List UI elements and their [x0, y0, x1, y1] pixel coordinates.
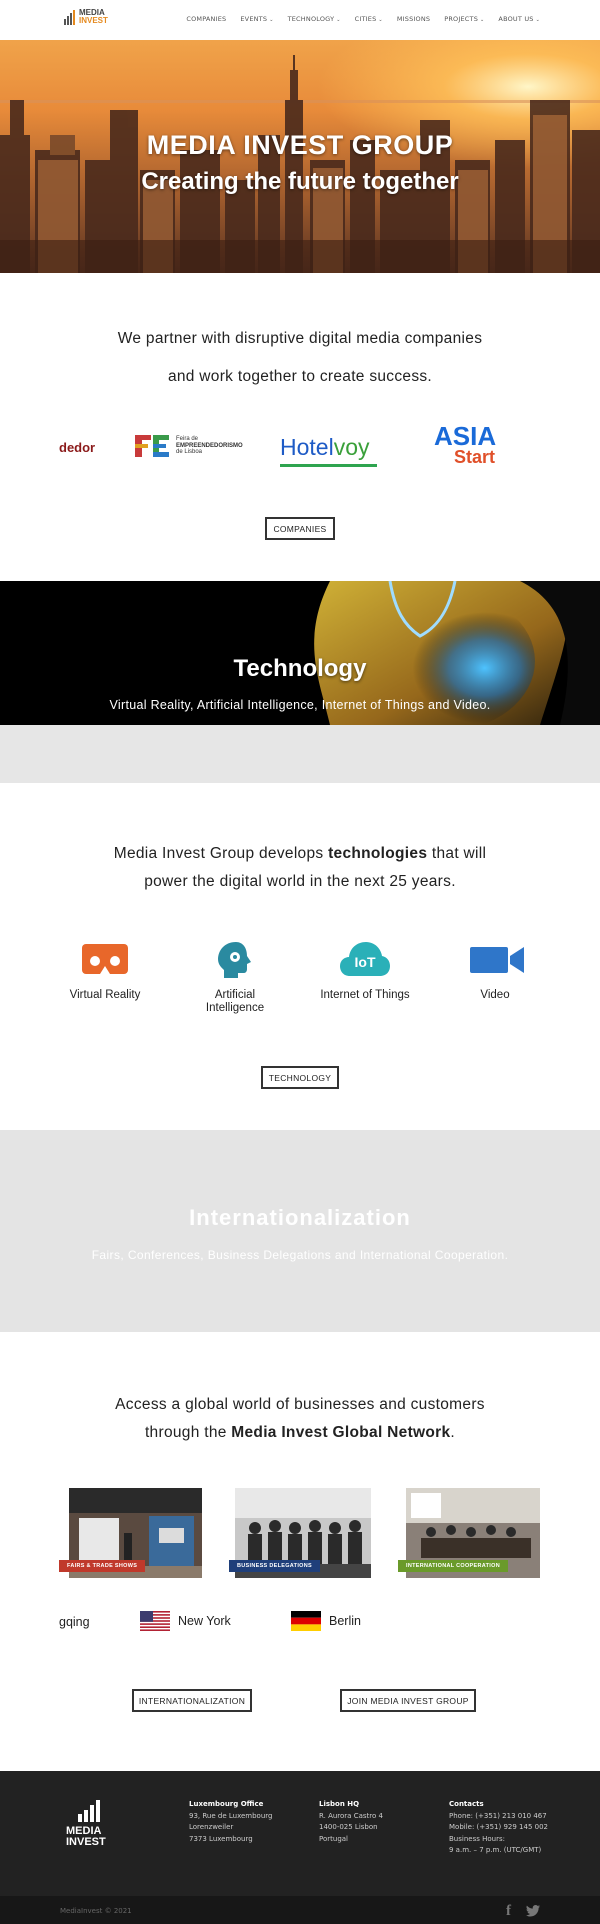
- twitter-icon[interactable]: [526, 1904, 540, 1920]
- iot-cloud-icon: IoT: [340, 942, 390, 976]
- main-nav: COMPANIES EVENTS ⌄ TECHNOLOGY ⌄ CITIES ⌄ MI…: [186, 15, 540, 23]
- chevron-down-icon: ⌄: [378, 17, 383, 23]
- video-camera-icon: [470, 947, 524, 973]
- hero-banner: MEDIA INVEST GROUP Creating the future t…: [0, 40, 600, 273]
- partner-logo-hotelvoy[interactable]: Hotelvoy: [280, 434, 377, 467]
- chevron-down-icon: ⌄: [535, 17, 540, 23]
- network-intro-text: Access a global world of businesses and …: [115, 1396, 485, 1441]
- facebook-icon[interactable]: f: [506, 1903, 511, 1920]
- site-header: MEDIA INVEST COMPANIES EVENTS ⌄ TECHNOLOG…: [0, 0, 600, 40]
- technology-banner-subtitle: Virtual Reality, Artificial Intelligence…: [109, 698, 491, 712]
- internationalization-button[interactable]: INTERNATIONALIZATION: [132, 1689, 252, 1712]
- partner-logo-asiastart[interactable]: ASIA Start: [434, 423, 496, 466]
- hero-title: MEDIA INVEST GROUP: [146, 130, 454, 160]
- vr-headset-icon: [82, 944, 128, 974]
- copyright-text: MediaInvest © 2021: [60, 1907, 132, 1915]
- nav-projects[interactable]: PROJECTS ⌄: [444, 15, 484, 23]
- companies-button[interactable]: COMPANIES: [265, 517, 335, 540]
- technology-banner-title: Technology: [233, 655, 367, 682]
- nav-technology[interactable]: TECHNOLOGY ⌄: [288, 15, 341, 23]
- partner-intro-text: We partner with disruptive digital media…: [117, 330, 483, 385]
- footer-logo-bars-icon: [78, 1800, 112, 1822]
- partner-logo-feira[interactable]: Feira de EMPREENDEDORISMO de Lisboa: [135, 435, 243, 457]
- join-group-button[interactable]: JOIN MEDIA INVEST GROUP: [340, 1689, 476, 1712]
- internationalization-title: Internationalization: [189, 1205, 411, 1230]
- footer-logo[interactable]: MEDIA INVEST: [66, 1800, 112, 1848]
- city-berlin[interactable]: Berlin: [291, 1611, 361, 1631]
- tech-label-ai: Artificial Intelligence: [205, 989, 265, 1014]
- footer-luxembourg: Luxembourg Office 93, Rue de Luxembourg …: [189, 1800, 273, 1843]
- us-flag-icon: [140, 1611, 170, 1631]
- germany-flag-icon: [291, 1611, 321, 1631]
- nav-events[interactable]: EVENTS ⌄: [240, 15, 273, 23]
- internationalization-subtitle: Fairs, Conferences, Business Delegations…: [91, 1248, 509, 1262]
- nav-missions[interactable]: MISSIONS: [397, 15, 430, 23]
- feira-mark-icon: [135, 435, 171, 457]
- partner-logo-dedor[interactable]: dedor: [59, 440, 95, 455]
- tech-label-vr: Virtual Reality: [69, 989, 141, 1001]
- logo-bars-icon: [64, 9, 75, 25]
- nav-about-us[interactable]: ABOUT US ⌄: [498, 15, 540, 23]
- internationalization-banner: [0, 1130, 600, 1332]
- nav-companies[interactable]: COMPANIES: [186, 15, 226, 23]
- chevron-down-icon: ⌄: [269, 17, 274, 23]
- partner-logos: dedor Feira de EMPREENDEDORISMO de Lisbo…: [0, 420, 600, 480]
- ai-head-icon: [218, 942, 252, 978]
- delegations-badge: BUSINESS DELEGATIONS: [229, 1560, 320, 1572]
- cooperation-badge: INTERNATIONAL COOPERATION: [398, 1560, 508, 1572]
- hero-subtitle: Creating the future together: [141, 168, 459, 195]
- tech-label-iot: Internet of Things: [320, 989, 410, 1001]
- tech-label-video: Video: [480, 989, 510, 1001]
- city-chongqing[interactable]: gqing: [59, 1615, 90, 1629]
- fairs-badge: FAIRS & TRADE SHOWS: [59, 1560, 146, 1572]
- chevron-down-icon: ⌄: [480, 17, 485, 23]
- logo-line2: INVEST: [79, 16, 108, 25]
- city-new-york[interactable]: New York: [140, 1611, 231, 1631]
- chevron-down-icon: ⌄: [336, 17, 341, 23]
- nav-cities[interactable]: CITIES ⌄: [355, 15, 383, 23]
- footer-lisbon: Lisbon HQ R. Aurora Castro 4 1400-025 Li…: [319, 1800, 383, 1843]
- technology-button[interactable]: TECHNOLOGY: [261, 1066, 339, 1089]
- section-divider: [0, 725, 600, 783]
- site-logo[interactable]: MEDIA INVEST: [64, 9, 108, 25]
- technology-intro-text: Media Invest Group develops technologies…: [113, 845, 487, 890]
- footer-contacts: Contacts Phone: (+351) 213 010 467 Mobil…: [449, 1800, 548, 1854]
